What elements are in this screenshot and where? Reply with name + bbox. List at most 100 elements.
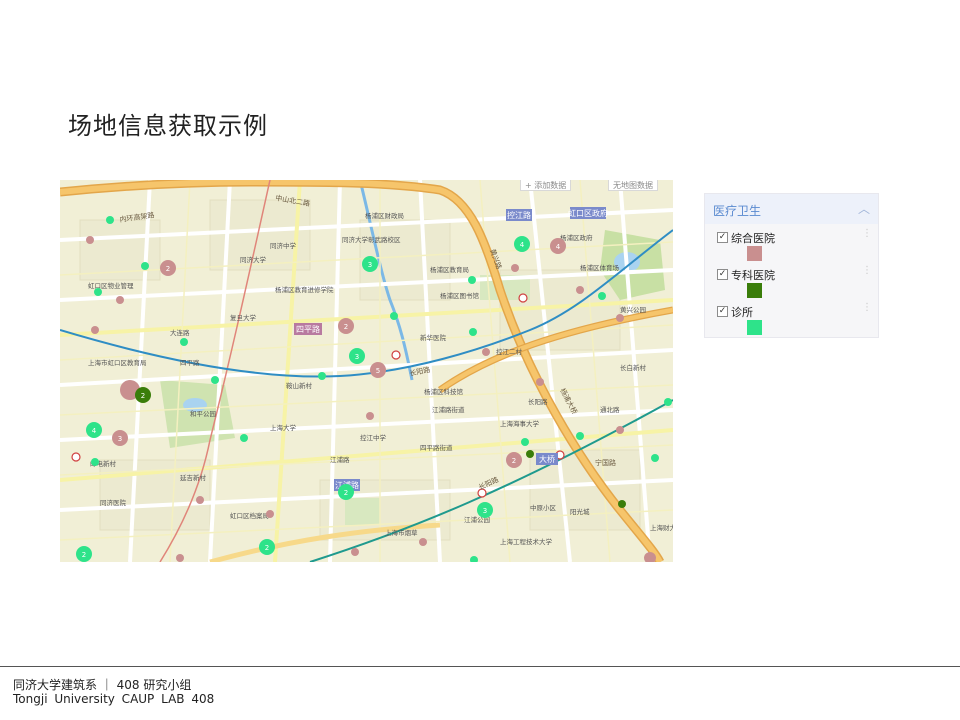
- specialist-hospital-marker[interactable]: [618, 500, 626, 508]
- legend-item-label: 专科医院: [731, 269, 775, 282]
- clinic-marker[interactable]: [94, 288, 102, 296]
- clinic-marker[interactable]: [141, 262, 149, 270]
- clinic-marker[interactable]: [651, 454, 659, 462]
- clinic-marker[interactable]: [318, 372, 326, 380]
- slide-title: 场地信息获取示例: [68, 112, 268, 140]
- place-label: 控江中学: [360, 433, 387, 442]
- cluster-count: 3: [483, 507, 487, 515]
- general-hospital-marker[interactable]: [576, 286, 584, 294]
- general-hospital-marker[interactable]: [511, 264, 519, 272]
- place-label: 杨浦区科技馆: [424, 387, 464, 396]
- general-hospital-marker[interactable]: [536, 378, 544, 386]
- legend-swatch: [747, 320, 762, 335]
- place-label: 新华医院: [420, 333, 447, 342]
- place-label: 中原小区: [530, 503, 557, 512]
- place-label: 同济中学: [270, 241, 297, 250]
- general-hospital-marker[interactable]: [366, 412, 374, 420]
- general-hospital-marker[interactable]: [616, 314, 624, 322]
- legend-item-specialist-hospital[interactable]: ✓ 专科医院 ⋮: [717, 265, 872, 303]
- legend-title: 医疗卫生: [713, 204, 762, 218]
- general-hospital-marker[interactable]: [116, 296, 124, 304]
- general-hospital-marker[interactable]: [196, 496, 204, 504]
- clinic-marker[interactable]: [106, 216, 114, 224]
- clinic-marker[interactable]: [469, 328, 477, 336]
- place-label: 杨浦区教育进修学院: [275, 285, 334, 294]
- general-hospital-marker[interactable]: [616, 426, 624, 434]
- clinic-marker[interactable]: [576, 432, 584, 440]
- legend-panel: 医疗卫生 ︿ ✓ 综合医院 ⋮ ✓ 专科医院 ⋮ ✓ 诊所 ⋮: [704, 193, 879, 338]
- clinic-marker[interactable]: [598, 292, 606, 300]
- general-hospital-marker[interactable]: [91, 326, 99, 334]
- cluster-count: 3: [118, 435, 122, 443]
- place-label: 杨浦区体育场: [580, 263, 620, 272]
- map-view[interactable]: 四平路 江浦路 控江路 大桥 虹口区政府 内环高架路 中山北二路 黄兴路 杨浦大…: [60, 180, 673, 562]
- clinic-marker[interactable]: [91, 458, 99, 466]
- more-icon[interactable]: ⋮: [862, 265, 872, 276]
- general-hospital-marker[interactable]: [482, 348, 490, 356]
- footer-divider: [0, 666, 960, 667]
- checkbox[interactable]: ✓: [717, 232, 728, 243]
- clinic-marker[interactable]: [664, 398, 672, 406]
- general-hospital-marker[interactable]: [266, 510, 274, 518]
- place-label: 通北路: [600, 405, 620, 414]
- place-label: 阳光城: [570, 507, 590, 516]
- place-label: 复旦大学: [230, 313, 257, 322]
- more-icon[interactable]: ⋮: [862, 302, 872, 313]
- place-label: 上海大学: [270, 423, 297, 432]
- place-label: 杨浦区教育局: [430, 265, 469, 274]
- road-sign-siping: 四平路: [296, 324, 320, 334]
- map-canvas[interactable]: 四平路 江浦路 控江路 大桥 虹口区政府 内环高架路 中山北二路 黄兴路 杨浦大…: [60, 180, 673, 562]
- cluster-count: 5: [376, 367, 380, 375]
- place-label: 杨浦区图书馆: [440, 291, 480, 300]
- place-label: 上海市烟草: [385, 528, 418, 537]
- general-hospital-marker[interactable]: [176, 554, 184, 562]
- cluster-count: 2: [166, 265, 170, 273]
- cluster-count: 2: [344, 323, 348, 331]
- cluster-count: 2: [82, 551, 86, 559]
- checkbox[interactable]: ✓: [717, 306, 728, 317]
- road-sign-kongjiang: 控江路: [507, 210, 531, 220]
- place-label: 江浦路街道: [432, 405, 465, 414]
- place-label: 黄兴公园: [620, 305, 646, 314]
- place-label: 上海财大: [650, 523, 673, 532]
- general-hospital-marker[interactable]: [419, 538, 427, 546]
- footer-line-2: Tongji University CAUP LAB 408: [13, 692, 215, 706]
- specialist-hospital-marker[interactable]: [526, 450, 534, 458]
- place-label: 四平路: [180, 358, 200, 367]
- legend-swatch: [747, 246, 762, 261]
- checkbox[interactable]: ✓: [717, 269, 728, 280]
- chevron-up-icon[interactable]: ︿: [858, 200, 870, 217]
- clinic-marker[interactable]: [240, 434, 248, 442]
- place-label: 长阳路: [528, 397, 548, 406]
- place-label: 四平路街道: [420, 443, 453, 452]
- general-hospital-marker[interactable]: [351, 548, 359, 556]
- cluster-count: 2: [344, 489, 348, 497]
- road-sign-yanji: 虹口区政府: [568, 208, 608, 218]
- legend-header[interactable]: 医疗卫生 ︿: [705, 194, 878, 224]
- place-label: 长白新村: [620, 363, 647, 372]
- place-label: 上海工程技术大学: [500, 537, 553, 546]
- more-icon[interactable]: ⋮: [862, 228, 872, 239]
- general-hospital-marker[interactable]: [86, 236, 94, 244]
- place-label: 杨浦区政府: [560, 233, 593, 242]
- add-data-button[interactable]: + 添加数据: [520, 180, 572, 191]
- place-label: 江浦路: [330, 455, 350, 464]
- clinic-marker[interactable]: [180, 338, 188, 346]
- legend-item-general-hospital[interactable]: ✓ 综合医院 ⋮: [717, 228, 872, 266]
- legend-swatch: [747, 283, 762, 298]
- place-label: 同济大学: [240, 255, 267, 264]
- cluster-count: 3: [368, 261, 372, 269]
- place-label: 同济大学彰武路校区: [342, 235, 401, 244]
- cluster-count: 3: [355, 353, 359, 361]
- cluster-count: 4: [556, 243, 561, 251]
- clinic-marker[interactable]: [390, 312, 398, 320]
- place-label: 大连路: [170, 328, 190, 337]
- slide: 场地信息获取示例 四平路 控江路 大桥 虹口区政府 内环高架路 中山北二路 黄兴…: [0, 0, 960, 720]
- clinic-marker[interactable]: [211, 376, 219, 384]
- legend-item-clinic[interactable]: ✓ 诊所 ⋮: [717, 302, 872, 340]
- place-label: 虹口区档案局: [230, 511, 269, 520]
- legend-item-label: 诊所: [731, 306, 753, 319]
- place-label: 杨浦区财政局: [365, 211, 404, 220]
- clinic-marker[interactable]: [521, 438, 529, 446]
- clinic-marker[interactable]: [468, 276, 476, 284]
